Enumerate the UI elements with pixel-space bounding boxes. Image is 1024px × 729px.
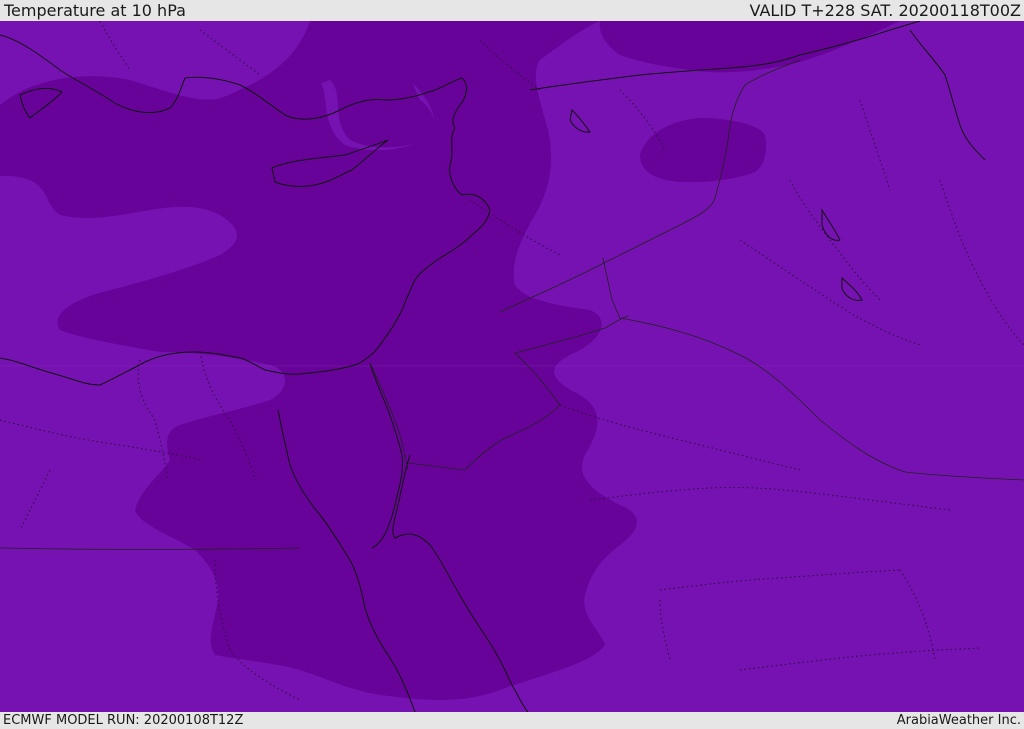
map-area[interactable] [0, 21, 1024, 712]
valid-time: VALID T+228 SAT. 20200118T00Z [749, 1, 1021, 20]
map-title: Temperature at 10 hPa [4, 1, 186, 20]
header-bar: Temperature at 10 hPa VALID T+228 SAT. 2… [0, 0, 1024, 21]
model-run: ECMWF MODEL RUN: 20200108T12Z [3, 713, 244, 728]
footer-bar: ECMWF MODEL RUN: 20200108T12Z ArabiaWeat… [0, 712, 1024, 729]
credit: ArabiaWeather Inc. [896, 713, 1021, 728]
temperature-map[interactable] [0, 21, 1024, 712]
